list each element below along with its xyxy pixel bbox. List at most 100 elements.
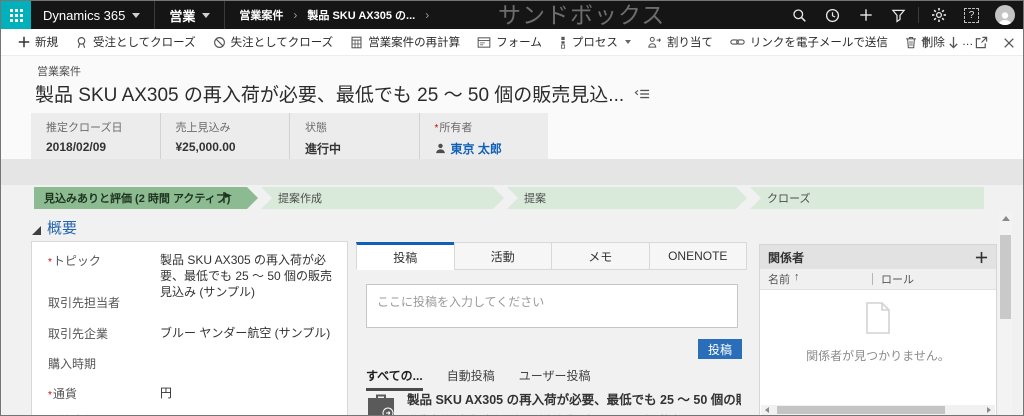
field-label: 購入時期 xyxy=(48,357,97,371)
opportunity-record-icon xyxy=(368,394,394,415)
field-account: 取引先企業 ブルー ヤンダー航空 (サンプル) xyxy=(48,325,337,342)
avatar xyxy=(994,5,1015,25)
breadcrumb-separator: › xyxy=(293,8,298,22)
sort-ascending-icon: ↑ xyxy=(794,271,800,283)
field-value[interactable]: ¥25,000.00 xyxy=(176,140,286,154)
tab-notes[interactable]: メモ xyxy=(551,242,650,270)
popout-button[interactable] xyxy=(975,36,988,49)
column-name[interactable]: 名前 ↑ xyxy=(768,271,872,287)
advanced-find-button[interactable] xyxy=(882,1,915,29)
field-label: *トピック xyxy=(48,254,101,268)
filter-tab-user[interactable]: ユーザー投稿 xyxy=(519,367,591,391)
breadcrumb-entity[interactable]: 営業案件 xyxy=(239,7,283,23)
link-icon xyxy=(730,39,745,45)
app-name-menu[interactable]: Dynamics 365 xyxy=(31,1,154,29)
add-stakeholder-button[interactable] xyxy=(975,251,988,264)
bpf-stage-propose[interactable]: 提案 xyxy=(507,187,747,209)
field-value[interactable]: 製品 SKU AX305 の再入荷が必要、最低でも 25 ～ 50 個の販売見込… xyxy=(160,252,337,300)
field-value-empty[interactable] xyxy=(160,294,337,311)
scrollbar-thumb[interactable] xyxy=(1000,235,1011,319)
chevron-down-icon xyxy=(132,12,141,18)
user-menu-button[interactable] xyxy=(988,1,1021,29)
required-marker: * xyxy=(48,257,52,268)
header-divider-band xyxy=(1,159,1023,185)
filter-funnel-icon xyxy=(891,9,906,23)
bpf-stage-develop[interactable]: 提案作成 xyxy=(261,187,504,209)
history-clock-icon xyxy=(825,8,840,22)
account-link[interactable]: ブルー ヤンダー航空 (サンプル) xyxy=(160,325,337,342)
tab-activities[interactable]: 活動 xyxy=(453,242,552,270)
breadcrumb-record[interactable]: 製品 SKU AX305 の... xyxy=(307,7,415,23)
scrollbar-thumb[interactable] xyxy=(777,406,945,414)
field-value[interactable]: 2018/02/09 xyxy=(46,140,156,154)
owner-link[interactable]: 東京 太郎 xyxy=(451,140,502,157)
currency-link[interactable]: 円 xyxy=(160,385,337,402)
quick-create-button[interactable] xyxy=(849,1,882,29)
settings-button[interactable] xyxy=(922,1,955,29)
record-title: 製品 SKU AX305 の再入荷が必要、最低でも 25 ～ 50 個の販売見込… xyxy=(35,80,650,107)
process-stages-icon xyxy=(560,36,565,49)
close-button[interactable] xyxy=(1003,37,1015,49)
email-link-button[interactable]: リンクを電子メールで送信 xyxy=(730,34,888,50)
breadcrumb-separator: › xyxy=(425,8,430,22)
record-set-navigator-icon[interactable] xyxy=(634,87,650,101)
close-as-lost-button[interactable]: 失注としてクローズ xyxy=(213,34,333,50)
bpf-stage-close[interactable]: クローズ xyxy=(750,187,984,209)
previous-record-button[interactable] xyxy=(919,36,932,49)
search-button[interactable] xyxy=(783,1,816,29)
command-bar: 新規 受注としてクローズ 失注としてクローズ 営業案件の再計算 フォーム プロセ… xyxy=(1,29,1023,56)
app-launcher-button[interactable] xyxy=(1,1,31,29)
field-value[interactable]: 進行中 xyxy=(305,140,415,157)
post-list-item: 製品 SKU AX305 の再入荷が必要、最低でも 25 ～ 50 個の販売見込… xyxy=(366,389,744,415)
calculator-icon xyxy=(351,36,362,48)
field-currency: *通貨 円 xyxy=(48,385,337,402)
field-value[interactable]: ¥16,000.00 xyxy=(160,412,337,415)
business-process-flow: 見込みありと評価 (2 時間 アクティブ) 提案作成 提案 クローズ xyxy=(1,187,1023,209)
page-vertical-scrollbar[interactable] xyxy=(999,211,1012,415)
tab-posts[interactable]: 投稿 xyxy=(356,242,455,270)
post-title[interactable]: 製品 SKU AX305 の再入荷が必要、最低でも 25 ～ 50 個の販売見込… xyxy=(407,389,741,408)
panel-horizontal-scrollbar[interactable] xyxy=(761,405,995,415)
column-role[interactable]: ロール xyxy=(881,271,914,287)
assign-person-icon xyxy=(648,36,661,48)
arrow-up-icon xyxy=(921,36,930,49)
post-composer-input[interactable] xyxy=(366,284,738,328)
filter-tab-all[interactable]: すべての... xyxy=(366,367,423,391)
search-icon xyxy=(793,8,806,22)
process-menu-button[interactable]: プロセス xyxy=(559,34,631,50)
form-icon xyxy=(477,36,491,48)
field-label: 推定クローズ日 xyxy=(46,122,123,134)
person-icon xyxy=(435,143,445,154)
assign-button[interactable]: 割り当て xyxy=(648,34,713,50)
medal-icon xyxy=(77,36,86,48)
trash-icon xyxy=(905,36,916,48)
close-as-won-button[interactable]: 受注としてクローズ xyxy=(75,34,196,50)
plus-icon xyxy=(18,36,30,48)
recent-items-button[interactable] xyxy=(816,1,849,29)
scroll-right-icon[interactable] xyxy=(987,407,991,413)
popout-icon xyxy=(975,36,988,49)
help-button[interactable]: ? xyxy=(955,1,988,29)
gear-icon xyxy=(931,8,946,22)
field-label: *所有者 xyxy=(434,122,473,134)
field-value-empty[interactable] xyxy=(160,355,337,372)
required-marker: * xyxy=(434,123,439,134)
recalculate-button[interactable]: 営業案件の再計算 xyxy=(350,34,460,50)
app-name: Dynamics 365 xyxy=(43,7,126,23)
new-button[interactable]: 新規 xyxy=(18,34,58,50)
tab-onenote[interactable]: ONENOTE xyxy=(648,242,747,270)
bpf-stage-qualify[interactable]: 見込みありと評価 (2 時間 アクティブ) xyxy=(34,187,258,209)
form-selector-button[interactable]: フォーム xyxy=(477,34,542,50)
scroll-up-icon[interactable] xyxy=(1002,216,1010,221)
post-filter-tabs: すべての... 自動投稿 ユーザー投稿 xyxy=(366,367,590,391)
next-record-button[interactable] xyxy=(947,36,960,49)
field-label: *通貨 xyxy=(48,387,77,401)
filter-tab-auto[interactable]: 自動投稿 xyxy=(447,367,495,391)
area-switcher[interactable]: 営業 xyxy=(154,1,226,29)
scroll-left-icon[interactable] xyxy=(765,407,769,413)
sandbox-watermark: サンドボックス xyxy=(498,2,666,28)
summary-section-header[interactable]: 概要 xyxy=(32,217,77,238)
topnav-divider xyxy=(918,7,919,23)
post-submit-button[interactable]: 投稿 xyxy=(698,339,742,359)
header-field-est-close-date: 推定クローズ日 2018/02/09 xyxy=(31,113,160,159)
